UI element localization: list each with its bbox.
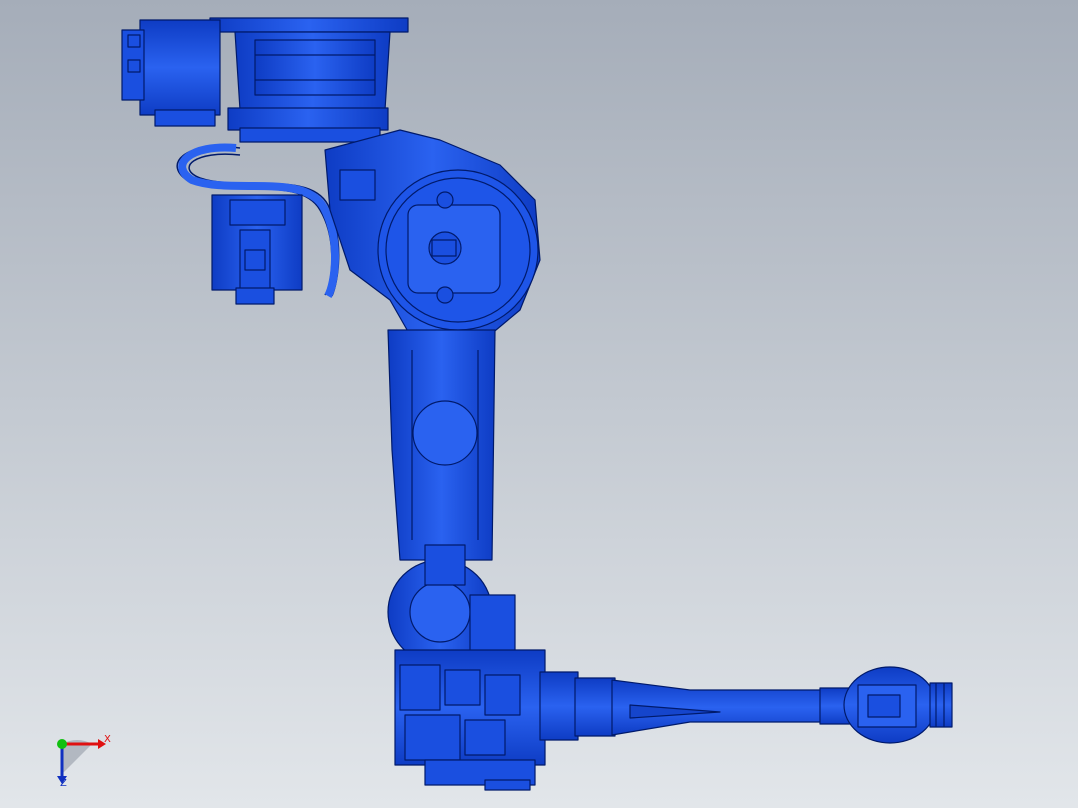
shoulder-housing[interactable] — [324, 129, 541, 336]
z-axis-label: Z — [60, 778, 67, 789]
y-axis-dot — [57, 739, 67, 749]
wrist-unit[interactable] — [843, 666, 953, 744]
robot-base[interactable] — [121, 17, 409, 143]
s-axis-motor[interactable] — [211, 194, 303, 305]
graphics-viewport[interactable]: X Z — [0, 0, 1078, 808]
lower-arm[interactable] — [387, 329, 496, 561]
upper-arm-housing[interactable] — [394, 649, 546, 791]
robot-arm-model[interactable] — [0, 0, 1078, 808]
elbow-joint[interactable] — [387, 544, 516, 665]
x-axis-label: X — [104, 734, 111, 745]
forearm[interactable] — [539, 671, 851, 741]
